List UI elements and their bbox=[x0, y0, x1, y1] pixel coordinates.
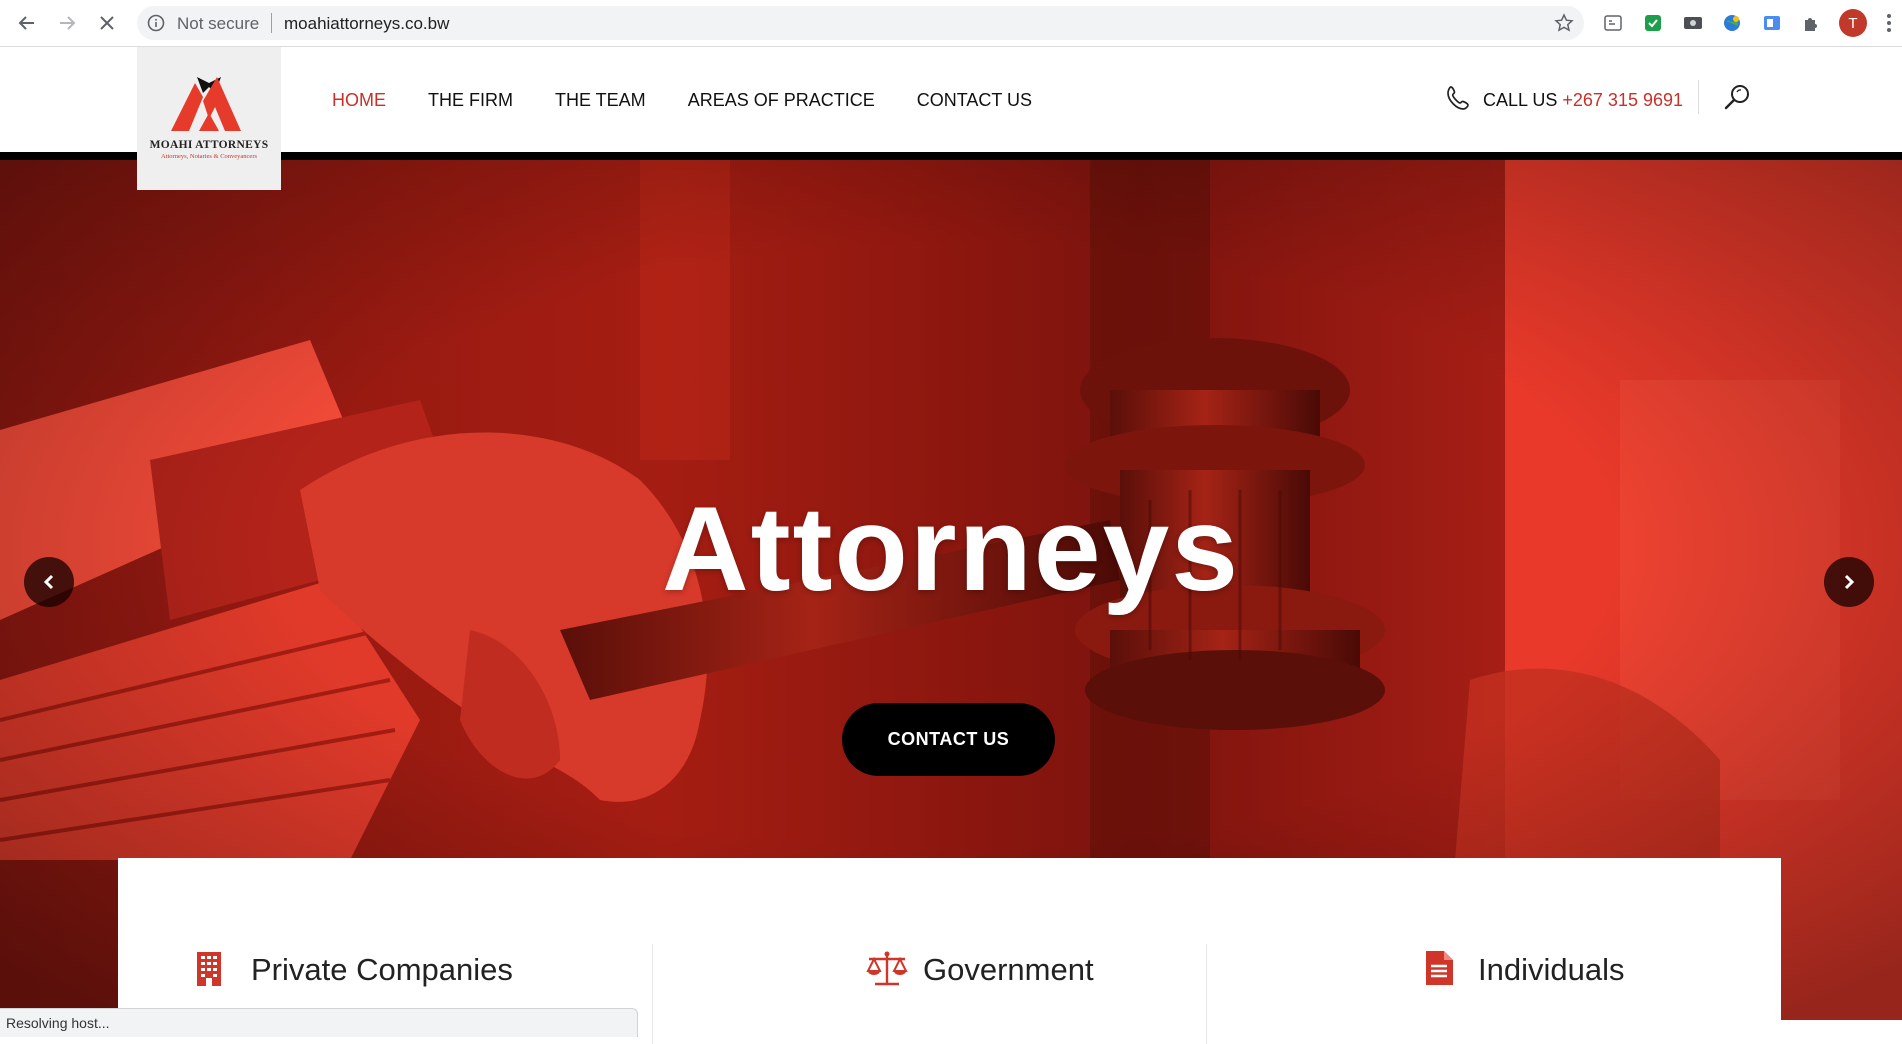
nav-item-areas-of-practice[interactable]: AREAS OF PRACTICE bbox=[688, 90, 875, 111]
stop-loading-button[interactable] bbox=[93, 9, 121, 37]
close-icon bbox=[100, 16, 114, 30]
extension-shield-icon[interactable] bbox=[1641, 11, 1665, 35]
phone-icon bbox=[1447, 86, 1469, 110]
extensions-puzzle-icon[interactable] bbox=[1799, 11, 1823, 35]
extension-reader-icon[interactable] bbox=[1601, 11, 1625, 35]
extension-translate-icon[interactable] bbox=[1760, 11, 1784, 35]
scales-icon bbox=[866, 951, 908, 986]
logo-tagline: Attorneys, Notaries & Conveyancers bbox=[160, 153, 258, 160]
call-us-number[interactable]: +267 315 9691 bbox=[1562, 90, 1683, 110]
profile-avatar[interactable]: T bbox=[1839, 9, 1867, 37]
extension-globe-icon[interactable] bbox=[1720, 11, 1744, 35]
chevron-right-icon bbox=[1844, 574, 1855, 590]
info-icon[interactable] bbox=[147, 14, 165, 32]
chevron-left-icon bbox=[43, 574, 54, 590]
nav-item-the-firm[interactable]: THE FIRM bbox=[428, 90, 513, 111]
logo-mark-icon bbox=[171, 77, 241, 131]
card-label: Private Companies bbox=[251, 952, 513, 987]
card-individuals[interactable]: Individuals bbox=[1208, 858, 1781, 1037]
nav-item-contact-us[interactable]: CONTACT US bbox=[917, 90, 1032, 111]
nav-item-the-team[interactable]: THE TEAM bbox=[555, 90, 646, 111]
header-divider bbox=[1698, 80, 1699, 114]
back-arrow-icon bbox=[18, 16, 34, 30]
building-icon bbox=[197, 952, 221, 986]
hero-contact-button[interactable]: CONTACT US bbox=[842, 703, 1055, 776]
address-separator bbox=[271, 13, 272, 33]
logo-name: MOAHI ATTORNEYS bbox=[149, 139, 269, 151]
call-us-link[interactable]: CALL US +267 315 9691 bbox=[1483, 90, 1683, 111]
bookmark-star-icon[interactable] bbox=[1554, 13, 1574, 33]
back-button[interactable] bbox=[13, 9, 41, 37]
card-label: Individuals bbox=[1478, 952, 1625, 987]
slider-next-button[interactable] bbox=[1824, 557, 1874, 607]
main-navigation: HOME THE FIRM THE TEAM AREAS OF PRACTICE… bbox=[332, 90, 1074, 111]
call-us-label: CALL US bbox=[1483, 90, 1558, 110]
security-label[interactable]: Not secure bbox=[177, 14, 259, 34]
nav-item-home[interactable]: HOME bbox=[332, 90, 386, 111]
slider-prev-button[interactable] bbox=[24, 557, 74, 607]
card-government[interactable]: Government bbox=[653, 858, 1208, 1037]
site-logo[interactable]: MOAHI ATTORNEYS Attorneys, Notaries & Co… bbox=[137, 47, 281, 190]
address-bar[interactable]: Not secure moahiattorneys.co.bw bbox=[137, 6, 1584, 40]
browser-toolbar: Not secure moahiattorneys.co.bw T bbox=[0, 0, 1902, 47]
forward-arrow-icon bbox=[60, 16, 76, 30]
document-icon bbox=[1426, 951, 1453, 985]
card-label: Government bbox=[923, 952, 1094, 987]
extension-media-icon[interactable] bbox=[1681, 11, 1705, 35]
url-text[interactable]: moahiattorneys.co.bw bbox=[284, 14, 449, 34]
forward-button[interactable] bbox=[53, 9, 81, 37]
more-vert-icon[interactable] bbox=[1884, 11, 1894, 35]
search-icon[interactable] bbox=[1722, 82, 1752, 112]
browser-status-bubble: Resolving host... bbox=[0, 1008, 638, 1037]
card-divider bbox=[1206, 944, 1207, 1044]
hero-title: Attorneys bbox=[661, 482, 1241, 616]
